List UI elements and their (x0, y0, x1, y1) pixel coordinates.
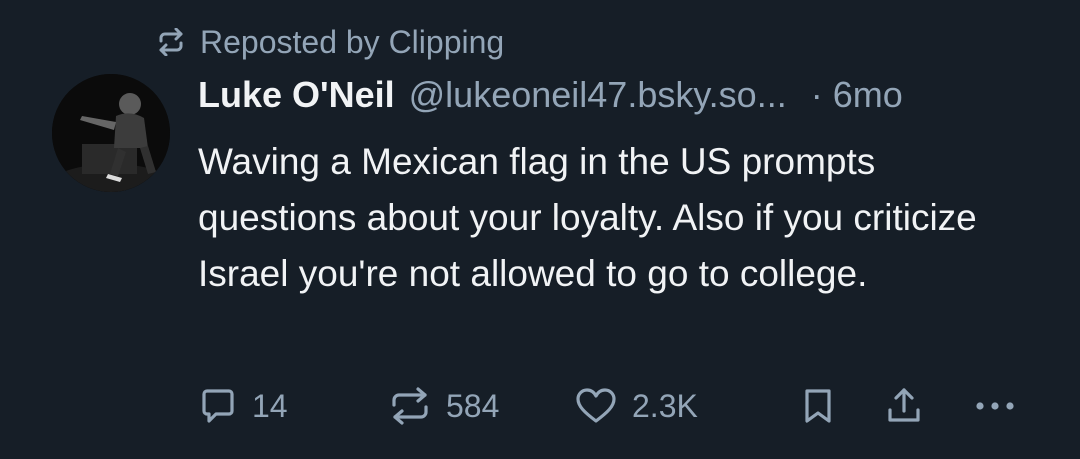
reply-icon (198, 386, 238, 426)
bookmark-button[interactable] (798, 378, 838, 434)
share-icon (884, 386, 924, 426)
feed-post[interactable]: Reposted by Clipping Luke O'Neil @lukeon… (0, 0, 1080, 459)
reply-count: 14 (252, 387, 288, 424)
more-options-button[interactable] (972, 378, 1018, 434)
separator-dot: · (810, 74, 823, 115)
repost-label: Reposted by Clipping (200, 23, 505, 60)
repost-icon (388, 386, 432, 426)
like-count: 2.3K (632, 387, 698, 424)
author-handle[interactable]: @lukeoneil47.bsky.so... (409, 74, 787, 116)
bookmark-icon (798, 386, 838, 426)
repost-icon (156, 28, 186, 56)
post-text: Waving a Mexican flag in the US prompts … (198, 141, 977, 294)
post-time[interactable]: 6mo (833, 74, 903, 116)
author-name[interactable]: Luke O'Neil (198, 74, 395, 116)
post-header: Luke O'Neil @lukeoneil47.bsky.so... · 6m… (198, 74, 1048, 122)
repost-count: 584 (446, 387, 500, 424)
reply-button[interactable]: 14 (198, 378, 288, 434)
share-button[interactable] (884, 378, 924, 434)
repost-button[interactable]: 584 (388, 378, 499, 434)
like-button[interactable]: 2.3K (574, 378, 698, 434)
more-icon (972, 386, 1018, 426)
avatar[interactable] (52, 74, 170, 192)
repost-indicator[interactable]: Reposted by Clipping (156, 22, 504, 62)
post-actions: 14 584 2.3K (198, 378, 1048, 434)
heart-icon (574, 386, 618, 426)
